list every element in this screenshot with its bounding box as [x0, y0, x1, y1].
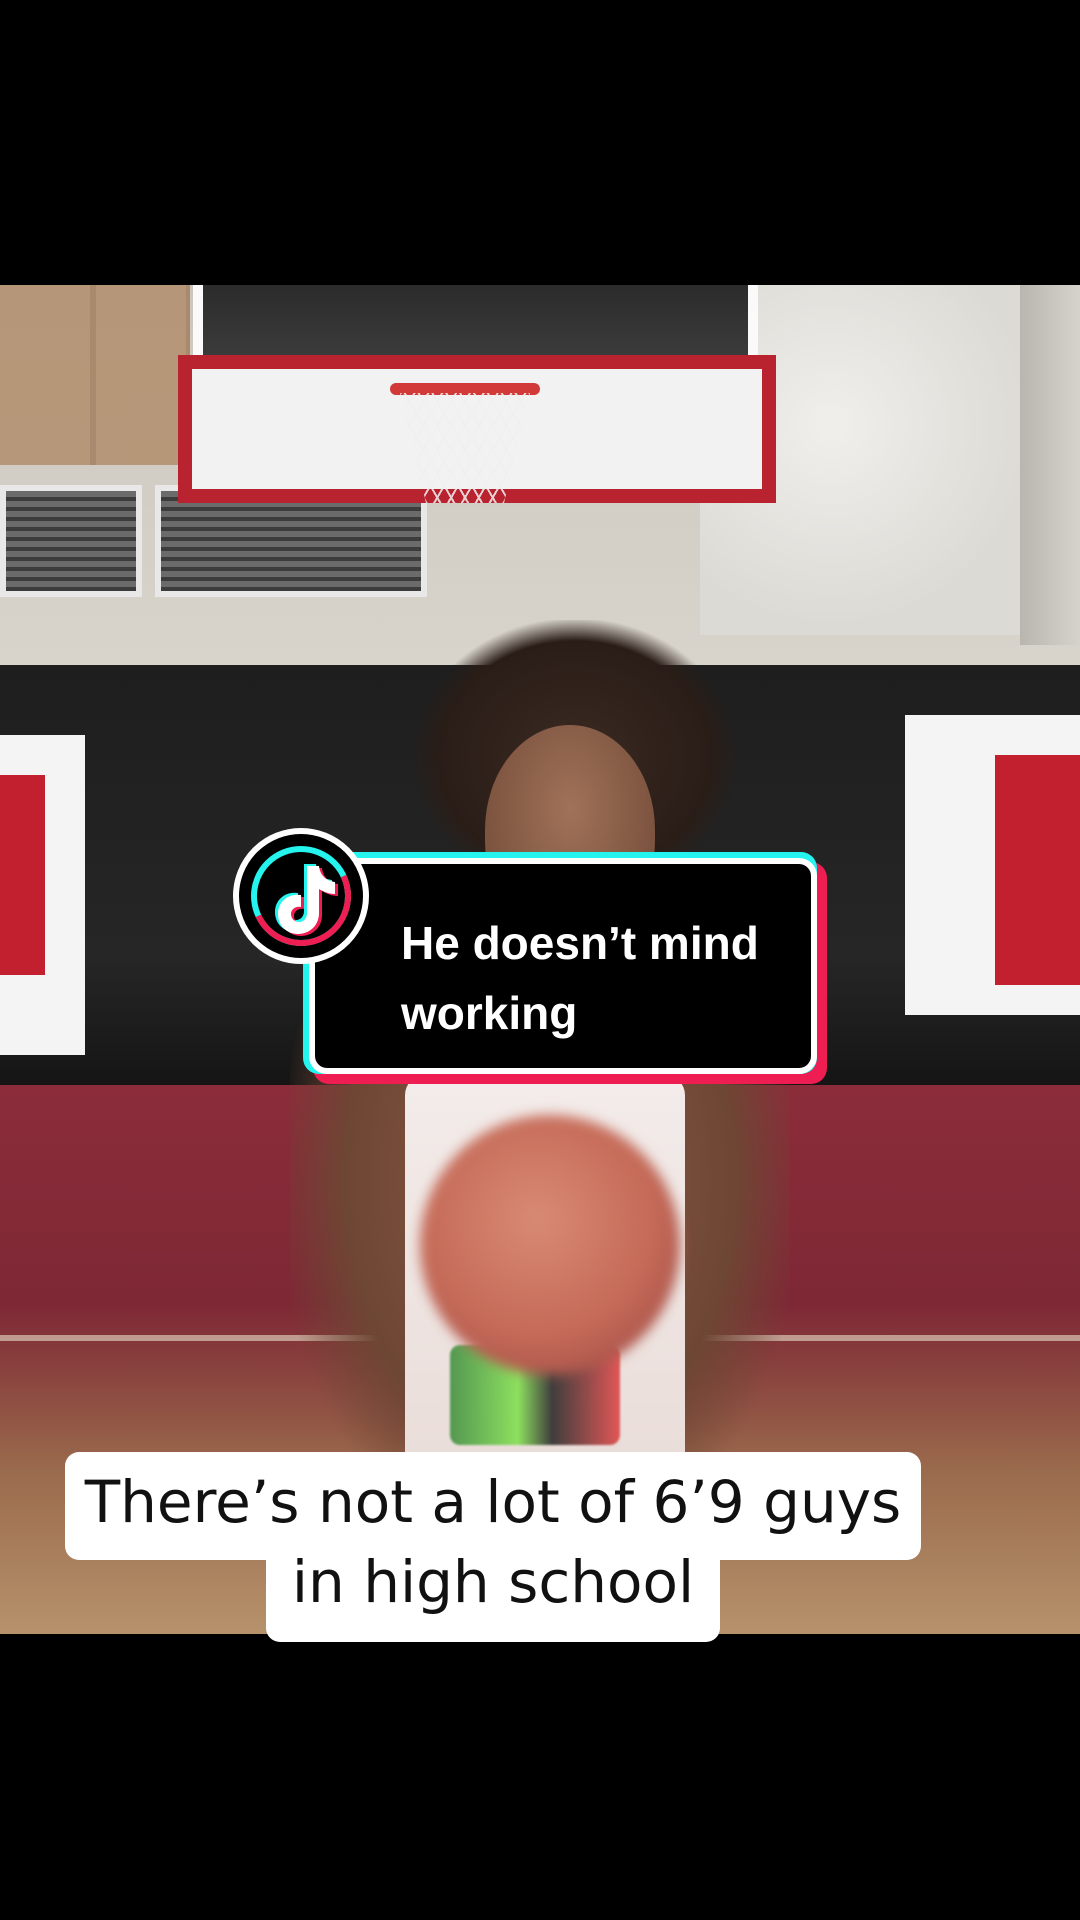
gym-window	[0, 485, 142, 597]
tiktok-note-icon	[275, 864, 338, 936]
sticker-text-line1: He doesn’t mind	[401, 917, 759, 969]
gym-pillar	[1020, 285, 1080, 645]
caption-line1: There’s not a lot of 6’9 guys	[84, 1468, 902, 1536]
video-caption: There’s not a lot of 6’9 guys in high sc…	[65, 1462, 921, 1622]
caption-line2: in high school	[291, 1548, 695, 1616]
tiktok-logo-icon	[233, 828, 369, 964]
stacked-boxes	[0, 285, 190, 465]
tiktok-text-sticker[interactable]: He doesn’t mind working	[233, 828, 845, 1090]
letterbox-bottom	[0, 1634, 1080, 1920]
wall-letter-accent	[0, 775, 45, 975]
wall-letter-accent	[995, 755, 1080, 985]
letterbox-top	[0, 0, 1080, 285]
sticker-text-line2: working	[401, 987, 578, 1039]
basketball	[420, 1115, 680, 1375]
sticker-text: He doesn’t mind working	[401, 908, 801, 1048]
